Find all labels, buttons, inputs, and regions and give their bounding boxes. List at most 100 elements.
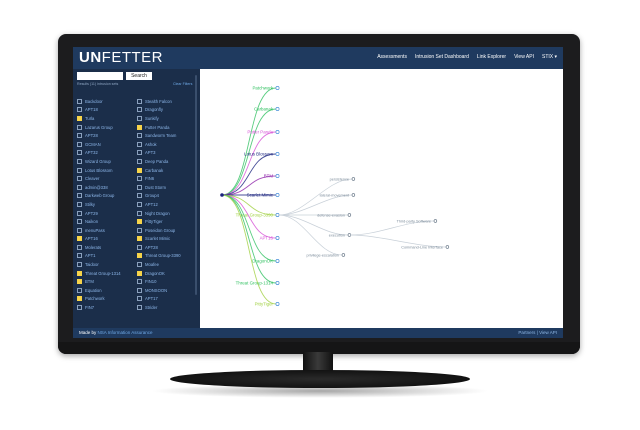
graph-node[interactable] [275, 259, 280, 263]
intrusion-set-item[interactable]: Lazarus Group [77, 123, 121, 132]
intrusion-set-item[interactable]: Equation [77, 286, 121, 295]
checkbox[interactable] [77, 158, 82, 164]
graph-node[interactable] [275, 130, 280, 134]
intrusion-set-item[interactable]: admin@338 [77, 183, 121, 192]
checkbox[interactable] [77, 150, 82, 156]
nav-intrusion-set-dashboard[interactable]: Intrusion Set Dashboard [415, 54, 469, 60]
checkbox[interactable] [77, 210, 82, 216]
graph-leaf-node[interactable] [433, 219, 438, 223]
intrusion-set-item[interactable]: Dust Storm [137, 183, 181, 192]
graph-root-node[interactable] [220, 193, 224, 197]
graph-node[interactable] [275, 193, 280, 197]
checkbox[interactable] [137, 227, 142, 233]
graph-leaf-node[interactable] [445, 245, 450, 249]
intrusion-set-item[interactable]: Wizard Group [77, 157, 121, 166]
nav-assessments[interactable]: Assessments [377, 54, 407, 60]
checkbox[interactable] [77, 167, 82, 173]
intrusion-set-item[interactable]: APT17 [137, 295, 181, 304]
intrusion-set-item[interactable]: Deep Panda [137, 157, 181, 166]
intrusion-set-item[interactable]: GCMAN [77, 140, 121, 149]
checkbox[interactable] [137, 193, 142, 199]
checkbox[interactable] [77, 115, 82, 121]
checkbox[interactable] [137, 296, 142, 302]
intrusion-set-item[interactable]: Taidoor [77, 260, 121, 269]
checkbox[interactable] [137, 158, 142, 164]
intrusion-set-item[interactable]: Threat Group-1314 [77, 269, 121, 278]
checkbox[interactable] [137, 219, 142, 225]
intrusion-set-item[interactable]: Night Dragon [137, 209, 181, 218]
graph-node[interactable] [275, 174, 280, 178]
intrusion-set-item[interactable]: PittyTiger [137, 217, 181, 226]
checkbox[interactable] [137, 287, 142, 293]
checkbox[interactable] [77, 296, 82, 302]
checkbox[interactable] [137, 124, 142, 130]
intrusion-set-item[interactable]: APT3 [137, 149, 181, 158]
checkbox[interactable] [137, 210, 142, 216]
checkbox[interactable] [137, 115, 142, 121]
graph-node[interactable] [275, 152, 280, 156]
checkbox[interactable] [137, 167, 142, 173]
search-input[interactable] [77, 72, 123, 80]
checkbox[interactable] [137, 253, 142, 259]
intrusion-set-item[interactable]: Threat Group-3390 [137, 252, 181, 261]
checkbox[interactable] [77, 253, 82, 259]
nsa-link[interactable]: NSA Information Assurance [98, 330, 153, 335]
graph-node[interactable] [275, 107, 280, 111]
graph-node[interactable] [275, 302, 280, 306]
checkbox[interactable] [77, 184, 82, 190]
intrusion-set-item[interactable]: Dragonfly [137, 106, 181, 115]
checkbox[interactable] [77, 98, 82, 104]
intrusion-set-item[interactable]: APT29 [77, 209, 121, 218]
intrusion-set-item[interactable]: APT28 [77, 131, 121, 140]
intrusion-set-item[interactable]: Scarlet Mimic [137, 235, 181, 244]
intrusion-set-item[interactable]: Naikon [77, 217, 121, 226]
checkbox[interactable] [137, 244, 142, 250]
checkbox[interactable] [77, 279, 82, 285]
graph-sub-node[interactable] [341, 253, 346, 257]
checkbox[interactable] [137, 262, 142, 268]
intrusion-set-item[interactable]: Cleaver [77, 174, 121, 183]
intrusion-set-item[interactable]: Sunkify [137, 114, 181, 123]
nav-stix-dropdown[interactable]: STIX ▾ [542, 54, 557, 60]
intrusion-set-item[interactable]: FIN10 [137, 277, 181, 286]
checkbox[interactable] [77, 305, 82, 311]
checkbox[interactable] [137, 305, 142, 311]
checkbox[interactable] [137, 184, 142, 190]
checkbox[interactable] [137, 201, 142, 207]
clear-filters-link[interactable]: Clear Filters [173, 82, 192, 86]
intrusion-set-item[interactable]: Sandworm Team [137, 131, 181, 140]
checkbox[interactable] [137, 279, 142, 285]
intrusion-set-item[interactable]: Turla [77, 114, 121, 123]
intrusion-set-item[interactable]: FIN7 [77, 303, 121, 312]
checkbox[interactable] [77, 193, 82, 199]
checkbox[interactable] [137, 150, 142, 156]
intrusion-set-item[interactable]: Stealth Falcon [137, 97, 181, 106]
intrusion-set-item[interactable]: Stilky [77, 200, 121, 209]
checkbox[interactable] [77, 244, 82, 250]
checkbox[interactable] [137, 236, 142, 242]
intrusion-set-item[interactable]: APT16 [77, 235, 121, 244]
intrusion-set-item[interactable]: BTM [77, 277, 121, 286]
intrusion-set-item[interactable]: Strider [137, 303, 181, 312]
brand-logo[interactable]: UNFETTER [79, 49, 163, 66]
intrusion-set-item[interactable]: MONSOON [137, 286, 181, 295]
intrusion-set-item[interactable]: Moafee [137, 260, 181, 269]
graph-sub-node[interactable] [351, 177, 356, 181]
checkbox[interactable] [137, 270, 142, 276]
intrusion-set-item[interactable]: Ashok [137, 140, 181, 149]
checkbox[interactable] [77, 287, 82, 293]
graph-sub-node[interactable] [351, 193, 356, 197]
intrusion-set-item[interactable]: FIN6 [137, 174, 181, 183]
intrusion-set-item[interactable]: APT32 [77, 149, 121, 158]
intrusion-set-item[interactable]: APT12 [137, 200, 181, 209]
intrusion-set-item[interactable]: Darkweb Group [77, 192, 121, 201]
checkbox[interactable] [77, 219, 82, 225]
checkbox[interactable] [77, 236, 82, 242]
nav-link-explorer[interactable]: Link Explorer [477, 54, 506, 60]
checkbox[interactable] [137, 141, 142, 147]
intrusion-set-item[interactable]: APT28 [137, 243, 181, 252]
checkbox[interactable] [137, 98, 142, 104]
intrusion-set-item[interactable]: Patchwork [77, 295, 121, 304]
intrusion-set-item[interactable]: DragonOK [137, 269, 181, 278]
nav-view-api[interactable]: View API [514, 54, 534, 60]
